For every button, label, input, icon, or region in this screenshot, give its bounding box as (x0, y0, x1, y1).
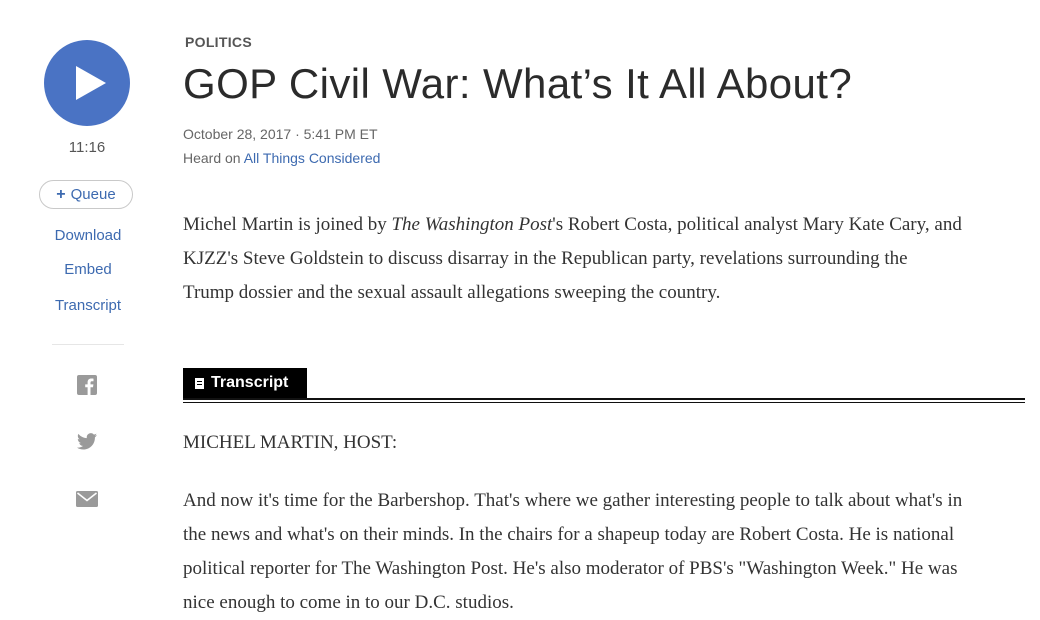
audio-duration: 11:16 (68, 139, 106, 156)
facebook-icon (77, 375, 97, 395)
embed-link[interactable]: Embed (30, 261, 146, 278)
transcript-speaker: MICHEL MARTIN, HOST: (183, 432, 398, 453)
transcript-header: Transcript (183, 368, 1025, 403)
heard-on: Heard on All Things Considered (183, 150, 380, 166)
rail-divider (52, 344, 124, 345)
plus-icon: + (56, 185, 66, 203)
page-title: GOP Civil War: What’s It All About? (183, 60, 853, 107)
queue-label: Queue (70, 186, 116, 203)
email-icon (76, 491, 98, 507)
play-button[interactable] (44, 40, 130, 126)
teaser-publication: The Washington Post (391, 214, 553, 235)
transcript-tab[interactable]: Transcript (183, 368, 307, 398)
facebook-share-button[interactable] (76, 374, 98, 396)
story-teaser: Michel Martin is joined by The Washingto… (183, 208, 963, 310)
divider (183, 402, 1025, 403)
transcript-tab-label: Transcript (211, 374, 289, 391)
heard-on-label: Heard on (183, 150, 244, 166)
transcript-paragraph: And now it's time for the Barbershop. Th… (183, 490, 963, 613)
email-share-button[interactable] (76, 488, 98, 510)
twitter-share-button[interactable] (76, 430, 98, 452)
section-label[interactable]: POLITICS (185, 34, 252, 50)
left-rail: 11:16 + Queue Download Embed Transcript (0, 0, 175, 602)
transcript-link[interactable]: Transcript (30, 297, 146, 314)
download-link[interactable]: Download (30, 227, 146, 244)
divider (183, 398, 1025, 400)
teaser-text-1: Michel Martin is joined by (183, 214, 392, 235)
story-dateline: October 28, 2017 · 5:41 PM ET (183, 126, 378, 142)
program-link[interactable]: All Things Considered (244, 150, 381, 166)
document-icon (195, 377, 204, 389)
queue-button[interactable]: + Queue (39, 180, 133, 209)
twitter-icon (77, 432, 97, 449)
play-icon (75, 66, 106, 100)
